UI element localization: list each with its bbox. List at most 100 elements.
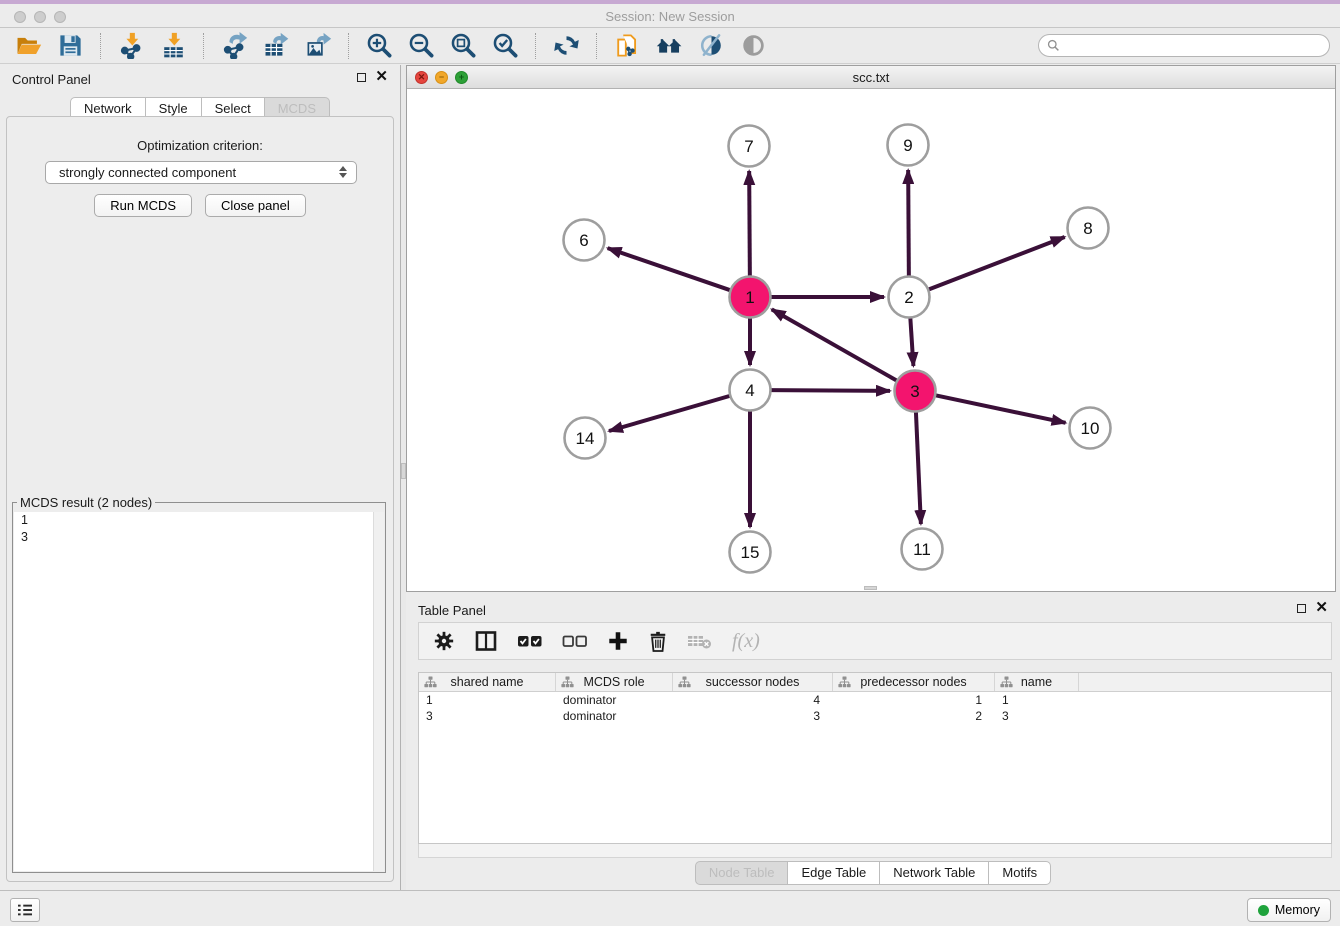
graph-node-2[interactable]: 2 [889,277,930,318]
graph-node-9[interactable]: 9 [888,125,929,166]
graph-node-11[interactable]: 11 [902,529,943,570]
zoom-fit-button[interactable] [445,30,481,62]
table-hscrollbar[interactable] [418,844,1332,858]
graph-edge-3-1[interactable] [772,309,897,380]
graph-edge-1-6[interactable] [608,248,730,290]
memory-status-icon [1258,905,1269,916]
import-network-button[interactable] [113,30,149,62]
float-panel-icon[interactable] [1297,604,1306,613]
graph-node-7[interactable]: 7 [729,126,770,167]
graph-node-label: 4 [745,381,754,400]
tab-motifs[interactable]: Motifs [989,861,1051,885]
deselect-all-rows-button[interactable] [562,632,588,650]
graph-node-4[interactable]: 4 [730,370,771,411]
criterion-value: strongly connected component [59,165,236,180]
open-session-button[interactable] [10,30,46,62]
table-cell[interactable]: 1 [419,692,556,708]
tab-node-table[interactable]: Node Table [695,861,789,885]
column-settings-button[interactable] [433,630,455,652]
graph-node-3[interactable]: 3 [895,371,936,412]
tree-icon [424,676,437,691]
export-image-button[interactable] [300,30,336,62]
result-scrollbar[interactable] [373,512,384,871]
search-input[interactable] [1064,39,1321,53]
zoom-selected-icon [492,32,519,59]
graph-node-label: 1 [745,288,754,307]
graph-node-14[interactable]: 14 [565,418,606,459]
select-all-rows-button[interactable] [517,632,543,650]
memory-button[interactable]: Memory [1247,898,1331,922]
table-cell[interactable]: 3 [995,708,1079,724]
zoom-selected-button[interactable] [487,30,523,62]
graph-node-8[interactable]: 8 [1068,208,1109,249]
close-panel-icon[interactable]: ✕ [1315,603,1328,613]
deselect-all-icon [562,632,588,650]
refresh-view-button[interactable] [548,30,584,62]
import-table-button[interactable] [155,30,191,62]
column-header-predecessor-nodes[interactable]: predecessor nodes [833,673,995,691]
graph-edge-4-3[interactable] [771,390,890,391]
export-image-icon [305,32,332,59]
table-cell[interactable]: 2 [833,708,995,724]
graph-node-15[interactable]: 15 [730,532,771,573]
zoom-out-button[interactable] [403,30,439,62]
table-cell[interactable]: 1 [833,692,995,708]
plus-icon [607,630,629,652]
network-resize-handle[interactable] [864,586,877,590]
add-row-button[interactable] [607,630,629,652]
graph-edge-3-10[interactable] [936,395,1066,422]
graph-node-label: 7 [744,137,753,156]
graph-node-10[interactable]: 10 [1070,408,1111,449]
open-folder-icon [15,32,42,59]
delete-row-button[interactable] [648,630,668,652]
column-header-shared-name[interactable]: shared name [419,673,556,691]
graph-edge-2-9[interactable] [908,170,909,276]
birds-eye-view-button[interactable] [735,30,771,62]
column-header-name[interactable]: name [995,673,1079,691]
table-row[interactable]: 3dominator323 [419,708,1331,724]
float-panel-icon[interactable] [357,73,366,82]
function-builder-button[interactable]: f(x) [732,630,760,653]
search-field[interactable] [1038,34,1330,57]
graph-node-6[interactable]: 6 [564,220,605,261]
graphics-details-icon [698,32,725,59]
table-cell[interactable]: 3 [419,708,556,724]
clone-network-button[interactable] [609,30,645,62]
delete-table-button[interactable] [687,632,713,650]
export-network-button[interactable] [216,30,252,62]
tab-edge-table[interactable]: Edge Table [788,861,880,885]
table-cell[interactable]: 1 [995,692,1079,708]
graph-edge-4-14[interactable] [609,396,730,431]
criterion-dropdown[interactable]: strongly connected component [45,161,357,184]
mcds-result-textarea[interactable]: 13 [14,512,384,871]
column-header-MCDS-role[interactable]: MCDS role [556,673,673,691]
task-history-button[interactable] [10,898,40,922]
graph-edge-3-11[interactable] [916,412,921,524]
graph-edge-2-3[interactable] [910,318,913,366]
graph-edge-2-8[interactable] [929,237,1065,289]
table-cell[interactable]: dominator [556,708,673,724]
graphics-details-button[interactable] [693,30,729,62]
graph-node-label: 15 [741,543,760,562]
session-home-button[interactable] [651,30,687,62]
column-header-successor-nodes[interactable]: successor nodes [673,673,833,691]
close-panel-button[interactable]: Close panel [205,194,306,217]
graph-node-1[interactable]: 1 [730,277,771,318]
table-cell[interactable]: 3 [673,708,833,724]
table-cell[interactable]: 4 [673,692,833,708]
network-canvas[interactable]: 1 2 3 4 6 7 8 9 10 11 14 15 [407,89,1335,591]
zoom-in-button[interactable] [361,30,397,62]
graph-edge-1-7[interactable] [749,171,750,276]
save-icon [57,32,84,59]
fx-icon: f(x) [732,630,760,653]
network-window-titlebar[interactable]: ✕ − + scc.txt [407,66,1335,89]
export-table-button[interactable] [258,30,294,62]
tab-network-table[interactable]: Network Table [880,861,989,885]
toggle-columns-button[interactable] [474,629,498,653]
columns-icon [474,629,498,653]
table-row[interactable]: 1dominator411 [419,692,1331,708]
table-cell[interactable]: dominator [556,692,673,708]
run-mcds-button[interactable]: Run MCDS [94,194,192,217]
close-panel-icon[interactable]: ✕ [375,72,388,82]
save-session-button[interactable] [52,30,88,62]
